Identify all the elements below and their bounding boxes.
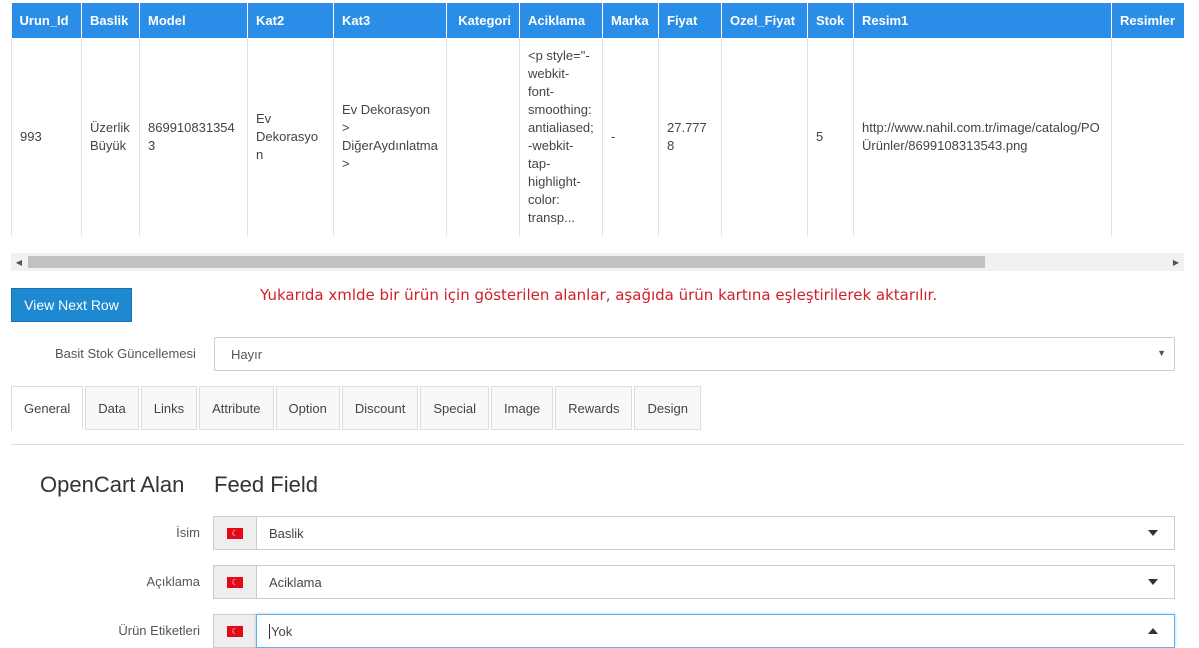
language-flag-addon: ☾: [213, 516, 257, 550]
tab-data[interactable]: Data: [85, 386, 139, 430]
view-next-row-button[interactable]: View Next Row: [11, 288, 132, 322]
xml-preview-table: Urun_Id Baslik Model Kat2 Kat3 Kategori …: [11, 3, 1184, 236]
cell-model: 8699108313543: [139, 38, 248, 236]
tabs-divider: [11, 444, 1184, 445]
tab-links[interactable]: Links: [140, 386, 198, 430]
turkey-flag-icon: ☾: [227, 625, 243, 637]
column-header-resim1: Resim1: [853, 3, 1112, 38]
basit-stok-label: Basit Stok Güncellemesi: [55, 346, 196, 361]
table-row: 993 Üzerlik Büyük 8699108313543 Ev Dekor…: [11, 38, 1184, 236]
dropdown-arrow-icon: [1148, 530, 1158, 536]
tab-image[interactable]: Image: [491, 386, 554, 430]
tab-discount[interactable]: Discount: [341, 386, 419, 430]
cell-aciklama: <p style="-webkit-font-smoothing: antial…: [519, 38, 603, 236]
cell-stok: 5: [807, 38, 854, 236]
cell-kategori: [446, 38, 520, 236]
urun-etiketleri-feed-select[interactable]: Yok: [256, 614, 1175, 648]
cell-kat2: Ev Dekorasyon: [247, 38, 334, 236]
scrollbar-thumb[interactable]: [28, 256, 985, 268]
column-header-resimler: Resimler: [1111, 3, 1184, 38]
turkey-flag-icon: ☾: [227, 527, 243, 539]
dropdown-arrow-icon: [1148, 579, 1158, 585]
cell-urun-id: 993: [11, 38, 82, 236]
field-label-urun-etiketleri: Ürün Etiketleri: [118, 623, 200, 638]
basit-stok-value: Hayır: [231, 346, 263, 362]
cell-ozel-fiyat: [721, 38, 808, 236]
text-cursor: [269, 623, 270, 639]
xml-preview-table-container: Urun_Id Baslik Model Kat2 Kat3 Kategori …: [11, 3, 1184, 236]
table-horizontal-scrollbar[interactable]: ◀ ▶: [11, 253, 1184, 271]
scroll-left-arrow-icon[interactable]: ◀: [11, 253, 27, 271]
urun-etiketleri-feed-value: Yok: [271, 623, 293, 639]
tab-design[interactable]: Design: [634, 386, 701, 430]
field-label-aciklama: Açıklama: [146, 574, 200, 589]
column-header-model: Model: [139, 3, 248, 38]
opencart-field-heading: OpenCart Alan: [40, 472, 185, 497]
caret-down-icon: ▼: [1157, 348, 1166, 358]
feed-field-heading: Feed Field: [214, 472, 318, 497]
basit-stok-select[interactable]: Hayır ▼: [214, 337, 1175, 371]
column-header-ozel-fiyat: Ozel_Fiyat: [721, 3, 808, 38]
column-header-baslik: Baslik: [81, 3, 140, 38]
cell-fiyat: 27.7778: [658, 38, 722, 236]
scroll-right-arrow-icon[interactable]: ▶: [1168, 253, 1184, 271]
isim-feed-select[interactable]: Baslik: [256, 516, 1175, 550]
field-label-isim: İsim: [176, 525, 200, 540]
tab-option[interactable]: Option: [275, 386, 340, 430]
column-header-aciklama: Aciklama: [519, 3, 603, 38]
column-header-kategori: Kategori: [446, 3, 520, 38]
turkey-flag-icon: ☾: [227, 576, 243, 588]
language-flag-addon: ☾: [213, 565, 257, 599]
column-header-urun-id: Urun_Id: [11, 3, 82, 38]
isim-feed-value: Baslik: [269, 525, 304, 541]
language-flag-addon: ☾: [213, 614, 257, 648]
aciklama-feed-value: Aciklama: [269, 574, 322, 590]
cell-resim1: http://www.nahil.com.tr/image/catalog/PO…: [853, 38, 1112, 236]
column-header-kat2: Kat2: [247, 3, 334, 38]
cell-resimler: [1111, 38, 1184, 236]
product-tabs: General Data Links Attribute Option Disc…: [11, 386, 703, 430]
cell-baslik: Üzerlik Büyük: [81, 38, 140, 236]
mapping-notice-text: Yukarıda xmlde bir ürün için gösterilen …: [260, 286, 938, 304]
dropdown-arrow-up-icon: [1148, 628, 1158, 634]
tab-rewards[interactable]: Rewards: [555, 386, 633, 430]
cell-kat3: Ev Dekorasyon > DiğerAydınlatma >: [333, 38, 447, 236]
tab-special[interactable]: Special: [420, 386, 490, 430]
cell-marka: -: [602, 38, 659, 236]
table-header-row: Urun_Id Baslik Model Kat2 Kat3 Kategori …: [11, 3, 1184, 38]
column-header-fiyat: Fiyat: [658, 3, 722, 38]
tab-attribute[interactable]: Attribute: [199, 386, 274, 430]
column-header-marka: Marka: [602, 3, 659, 38]
tab-general[interactable]: General: [11, 386, 84, 430]
column-header-stok: Stok: [807, 3, 854, 38]
aciklama-feed-select[interactable]: Aciklama: [256, 565, 1175, 599]
column-header-kat3: Kat3: [333, 3, 447, 38]
